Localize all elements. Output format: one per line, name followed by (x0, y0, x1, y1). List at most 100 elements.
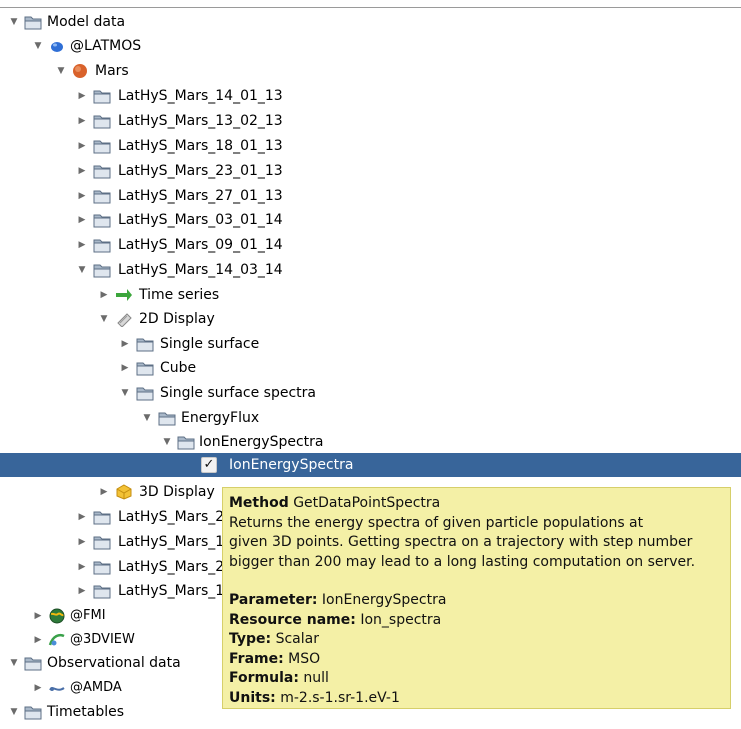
tree-node-label: @LATMOS (70, 38, 142, 54)
expand-right-icon[interactable]: ▶ (76, 109, 88, 133)
expand-right-icon[interactable]: ▶ (32, 628, 44, 652)
expand-right-icon[interactable]: ▶ (76, 579, 88, 603)
amda-icon (48, 680, 66, 696)
expand-down-icon[interactable]: ▼ (161, 430, 173, 454)
tree-node-run[interactable]: ▶ LatHyS_Mars_13_02_13 (0, 109, 741, 133)
expand-down-icon[interactable]: ▼ (55, 59, 67, 83)
tooltip-frame-value: MSO (288, 650, 321, 667)
tooltip-frame-key: Frame: (229, 650, 284, 667)
2d-display-icon (115, 311, 133, 328)
tree-node-label: @AMDA (70, 680, 122, 695)
tooltip-type-value: Scalar (275, 631, 319, 647)
tree-node-ion-energy-spectra-selected[interactable]: ✓ IonEnergySpectra (0, 453, 741, 477)
tree-node-label: LatHyS_Mars_18_01_13 (118, 138, 283, 154)
tree-node-label: IonEnergySpectra (229, 457, 354, 473)
tree-node-label: LatHyS_Mars_1 (118, 534, 225, 550)
tree-node-label: LatHyS_Mars_14_03_14 (118, 262, 283, 278)
tree-node-label: 3D Display (139, 484, 215, 500)
tree-node-label: LatHyS_Mars_09_01_14 (118, 237, 283, 253)
tree-node-energy-flux[interactable]: ▼ EnergyFlux (0, 406, 741, 430)
expand-right-icon[interactable]: ▶ (76, 530, 88, 554)
tooltip-method-key: Method (229, 495, 289, 511)
folder-open-icon (24, 655, 42, 671)
tooltip-units-key: Units: (229, 689, 276, 706)
folder-icon (93, 509, 111, 525)
folder-icon (93, 534, 111, 550)
globe-icon (48, 608, 66, 624)
tree-node-label: LatHyS_Mars_27_01_13 (118, 188, 283, 204)
parameter-tooltip: Method GetDataPointSpectra Returns the e… (222, 487, 731, 709)
folder-icon (136, 336, 154, 352)
mars-planet-icon (71, 63, 89, 79)
tree-node-ion-energy-spectra-folder[interactable]: ▼ IonEnergySpectra (0, 430, 741, 454)
tree-node-label: Timetables (47, 704, 125, 720)
folder-icon (93, 188, 111, 204)
expand-right-icon[interactable]: ▶ (76, 208, 88, 232)
tree-node-label: LatHyS_Mars_1 (118, 583, 225, 599)
expand-right-icon[interactable]: ▶ (119, 332, 131, 356)
expand-right-icon[interactable]: ▶ (32, 604, 44, 628)
tree-node-label: IonEnergySpectra (199, 434, 324, 450)
expand-right-icon[interactable]: ▶ (98, 480, 110, 504)
tree-node-label: LatHyS_Mars_23_01_13 (118, 163, 283, 179)
tree-node-single-surface-spectra[interactable]: ▼ Single surface spectra (0, 381, 741, 405)
expand-down-icon[interactable]: ▼ (76, 258, 88, 282)
folder-icon (93, 163, 111, 179)
expand-right-icon[interactable]: ▶ (76, 505, 88, 529)
folder-icon (93, 113, 111, 129)
tooltip-resource-line: Resource name: Ion_spectra (229, 611, 724, 631)
tree-node-run-open[interactable]: ▼ LatHyS_Mars_14_03_14 (0, 258, 741, 282)
tree-node-run[interactable]: ▶ LatHyS_Mars_18_01_13 (0, 134, 741, 158)
expand-right-icon[interactable]: ▶ (76, 233, 88, 257)
tree-node-model-data[interactable]: ▼ Model data (0, 10, 741, 34)
checkbox-checked[interactable]: ✓ (201, 457, 217, 473)
tree-node-run[interactable]: ▶ LatHyS_Mars_23_01_13 (0, 159, 741, 183)
tree-node-run[interactable]: ▶ LatHyS_Mars_27_01_13 (0, 184, 741, 208)
tree-node-latmos[interactable]: ▼ @LATMOS (0, 34, 741, 58)
tooltip-frame-line: Frame: MSO (229, 650, 724, 670)
expand-right-icon[interactable]: ▶ (98, 283, 110, 307)
tooltip-units-value: m-2.s-1.sr-1.eV-1 (280, 689, 400, 706)
tree-node-run[interactable]: ▶ LatHyS_Mars_14_01_13 (0, 84, 741, 108)
tree-node-label: LatHyS_Mars_03_01_14 (118, 212, 283, 228)
expand-down-icon[interactable]: ▼ (8, 10, 20, 34)
expand-down-icon[interactable]: ▼ (8, 700, 20, 724)
tree-node-single-surface[interactable]: ▶ Single surface (0, 332, 741, 356)
tooltip-resource-key: Resource name: (229, 611, 356, 628)
tree-node-label: Model data (47, 14, 126, 30)
blue-planet-icon (48, 38, 66, 54)
expand-right-icon[interactable]: ▶ (76, 555, 88, 579)
tree-node-label: 2D Display (139, 311, 215, 327)
tree-node-run[interactable]: ▶ LatHyS_Mars_09_01_14 (0, 233, 741, 257)
tree-node-run[interactable]: ▶ LatHyS_Mars_03_01_14 (0, 208, 741, 232)
expand-right-icon[interactable]: ▶ (76, 159, 88, 183)
expand-down-icon[interactable]: ▼ (8, 651, 20, 675)
tooltip-parameter-key: Parameter: (229, 592, 318, 608)
expand-right-icon[interactable]: ▶ (119, 356, 131, 380)
tooltip-parameter-line: Parameter: IonEnergySpectra (229, 591, 724, 611)
tooltip-method-line: Method GetDataPointSpectra (229, 494, 724, 514)
tree-node-mars[interactable]: ▼ Mars (0, 59, 741, 83)
expand-down-icon[interactable]: ▼ (119, 381, 131, 405)
folder-icon (93, 559, 111, 575)
folder-open-icon (24, 14, 42, 30)
expand-down-icon[interactable]: ▼ (32, 34, 44, 58)
tree-node-time-series[interactable]: ▶ Time series (0, 283, 741, 307)
tree-node-cube[interactable]: ▶ Cube (0, 356, 741, 380)
tooltip-formula-value: null (303, 670, 329, 686)
tooltip-formula-key: Formula: (229, 670, 299, 686)
tree-node-2d-display[interactable]: ▼ 2D Display (0, 307, 741, 331)
tooltip-description-line: bigger than 200 may lead to a long lasti… (229, 553, 696, 570)
tree-node-label: LatHyS_Mars_2 (118, 559, 225, 575)
folder-icon (93, 212, 111, 228)
folder-open-icon (177, 434, 195, 450)
expand-right-icon[interactable]: ▶ (76, 184, 88, 208)
expand-right-icon[interactable]: ▶ (32, 676, 44, 700)
expand-right-icon[interactable]: ▶ (76, 134, 88, 158)
expand-down-icon[interactable]: ▼ (141, 406, 153, 430)
folder-open-icon (136, 385, 154, 401)
expand-right-icon[interactable]: ▶ (76, 84, 88, 108)
tooltip-type-line: Type: Scalar (229, 630, 724, 650)
expand-down-icon[interactable]: ▼ (98, 307, 110, 331)
tree-node-label: Single surface spectra (160, 385, 316, 401)
